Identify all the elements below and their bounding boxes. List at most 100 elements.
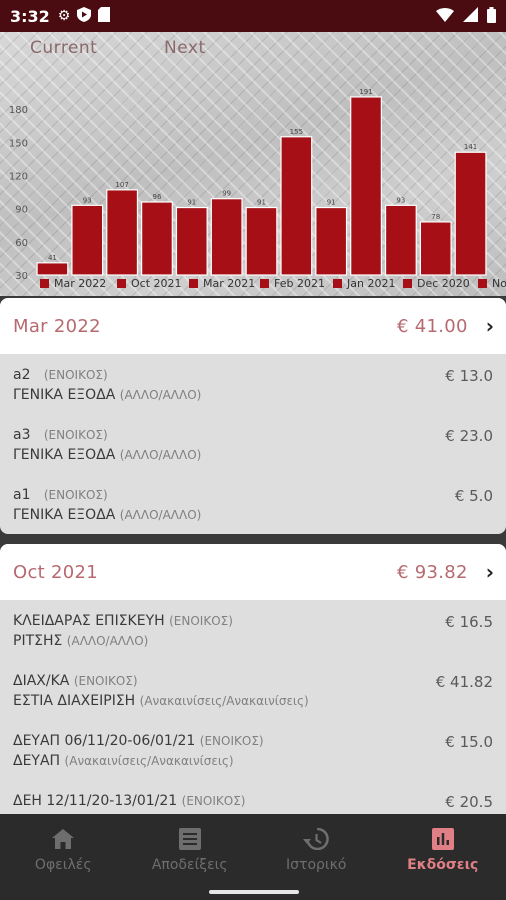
nav-label: Οφειλές <box>34 857 92 873</box>
legend-label: Feb 2021 <box>274 277 325 290</box>
expense-tag: (ΕΝΟΙΚΟΣ) <box>199 734 264 748</box>
y-tick-label: 90 <box>15 205 28 216</box>
y-tick-label: 180 <box>9 105 28 116</box>
expense-amount: € 5.0 <box>454 487 493 505</box>
expense-subcategory: (ΑΛΛΟ/ΑΛΛΟ) <box>66 634 149 648</box>
bar-value-label: 93 <box>83 196 92 204</box>
bar-value-label: 96 <box>153 193 162 201</box>
bar-value-label: 93 <box>396 196 405 204</box>
chart-bar <box>280 136 313 276</box>
nav-item-publications[interactable]: Εκδόσεις <box>380 814 506 900</box>
card-header[interactable]: Oct 2021 € 93.82 › <box>0 544 506 600</box>
chevron-right-icon[interactable]: › <box>486 562 494 582</box>
y-tick-label: 30 <box>15 271 28 282</box>
wifi-icon <box>436 7 454 25</box>
expense-tag: (ΕΝΟΙΚΟΣ) <box>169 614 233 628</box>
legend-label: No <box>492 277 506 290</box>
legend-swatch <box>478 279 487 288</box>
chart-bar <box>245 206 278 276</box>
expense-name: a2 <box>13 367 31 383</box>
expense-tag: (ΕΝΟΙΚΟΣ) <box>73 674 138 688</box>
expense-item[interactable]: ΔΕΗ 12/11/20-13/01/21 (ΕΝΟΙΚΟΣ) € 20.5 <box>0 780 506 814</box>
bar-value-label: 91 <box>257 199 266 207</box>
expense-item[interactable]: a1 (ΕΝΟΙΚΟΣ) ΓΕΝΙΚΑ ΕΞΟΔΑ (ΑΛΛΟ/ΑΛΛΟ) € … <box>0 474 506 534</box>
chart-area: Current Next 30 60 90 120 150 180 41 93 107 96 91 9… <box>0 32 506 296</box>
card-title: Mar 2022 <box>13 315 101 337</box>
chart-bar <box>454 151 487 276</box>
chart-bar <box>384 204 417 276</box>
expense-subcategory: (ΑΛΛΟ/ΑΛΛΟ) <box>119 508 202 522</box>
month-card: Oct 2021 € 93.82 › ΚΛΕΙΔΑΡΑΣ ΕΠΙΣΚΕΥΗ (Ε… <box>0 544 506 814</box>
card-title: Oct 2021 <box>13 561 99 583</box>
gesture-bar[interactable] <box>209 890 299 894</box>
legend-label: Oct 2021 <box>131 277 182 290</box>
battery-icon <box>487 6 496 26</box>
legend-label: Mar 2022 <box>54 277 106 290</box>
bar-value-label: 78 <box>431 213 440 221</box>
expense-name: ΔΕΥΑΠ 06/11/20-06/01/21 <box>13 733 196 749</box>
chart-bar <box>71 204 104 276</box>
legend-swatch <box>260 279 269 288</box>
settings-icon: ⚙ <box>57 8 71 24</box>
expense-category: ΓΕΝΙΚΑ ΕΞΟΔΑ <box>13 507 116 523</box>
bar-value-label: 141 <box>464 143 477 151</box>
expense-item[interactable]: ΚΛΕΙΔΑΡΑΣ ΕΠΙΣΚΕΥΗ (ΕΝΟΙΚΟΣ) ΡΙΤΣΗΣ (ΑΛΛ… <box>0 600 506 660</box>
chart-bar <box>36 262 69 276</box>
signal-icon <box>463 7 478 25</box>
expense-amount: € 23.0 <box>445 427 493 445</box>
chart-bar <box>210 198 243 276</box>
nav-item-history[interactable]: Ιστορικό <box>253 814 380 900</box>
publications-list[interactable]: Mar 2022 € 41.00 › a2 (ΕΝΟΙΚΟΣ) ΓΕΝΙΚΑ Ε… <box>0 296 506 814</box>
expense-subcategory: (ΑΛΛΟ/ΑΛΛΟ) <box>119 388 202 402</box>
bar-chart-icon <box>430 826 456 852</box>
expense-amount: € 15.0 <box>445 733 493 751</box>
expense-subcategory: (Ανακαινίσεις/Ανακαινίσεις) <box>139 694 309 708</box>
receipt-icon <box>177 826 203 852</box>
nav-label: Αποδείξεις <box>151 857 228 873</box>
bottom-navigation: Οφειλές Αποδείξεις Ιστορικό Εκδόσεις <box>0 814 506 900</box>
y-tick-label: 150 <box>9 138 28 149</box>
expense-item[interactable]: ΔΙΑΧ/ΚΑ (ΕΝΟΙΚΟΣ) ΕΣΤΙΑ ΔΙΑΧΕΙΡΙΣΗ (Ανακ… <box>0 660 506 720</box>
legend-swatch <box>333 279 342 288</box>
expense-category: ΡΙΤΣΗΣ <box>13 633 63 649</box>
legend-label: Dec 2020 <box>417 277 470 290</box>
expense-item[interactable]: a3 (ΕΝΟΙΚΟΣ) ΓΕΝΙΚΑ ΕΞΟΔΑ (ΑΛΛΟ/ΑΛΛΟ) € … <box>0 414 506 474</box>
nav-label: Εκδόσεις <box>407 857 479 873</box>
sd-card-icon <box>98 7 111 25</box>
chart-bar <box>419 221 452 276</box>
expense-category: ΕΣΤΙΑ ΔΙΑΧΕΙΡΙΣΗ <box>13 693 136 709</box>
expense-name: ΔΙΑΧ/ΚΑ <box>13 673 70 689</box>
card-header[interactable]: Mar 2022 € 41.00 › <box>0 298 506 354</box>
expense-amount: € 41.82 <box>435 673 493 691</box>
legend-label: Jan 2021 <box>346 277 395 290</box>
expense-subcategory: (ΑΛΛΟ/ΑΛΛΟ) <box>119 448 202 462</box>
status-bar: 3:32 ⚙ <box>0 0 506 32</box>
expense-name: ΔΕΗ 12/11/20-13/01/21 <box>13 793 178 809</box>
chart-bar <box>175 206 208 276</box>
expense-item[interactable]: a2 (ΕΝΟΙΚΟΣ) ΓΕΝΙΚΑ ΕΞΟΔΑ (ΑΛΛΟ/ΑΛΛΟ) € … <box>0 354 506 414</box>
chevron-right-icon[interactable]: › <box>486 316 494 336</box>
legend-swatch <box>403 279 412 288</box>
chart-bar <box>106 189 139 276</box>
expense-name: a3 <box>13 427 31 443</box>
expense-name: a1 <box>13 487 31 503</box>
shield-play-icon <box>77 7 92 25</box>
chart-bar <box>141 201 173 276</box>
expense-category: ΔΕΥΑΠ <box>13 753 61 769</box>
expense-amount: € 16.5 <box>445 613 493 631</box>
status-right <box>436 6 496 26</box>
expense-category: ΓΕΝΙΚΑ ΕΞΟΔΑ <box>13 447 116 463</box>
expense-tag: (ΕΝΟΙΚΟΣ) <box>43 428 108 442</box>
legend-swatch <box>40 279 49 288</box>
card-total: € 93.82 <box>396 561 468 583</box>
legend-label: Mar 2021 <box>203 277 255 290</box>
status-time: 3:32 <box>10 6 50 26</box>
history-icon <box>303 826 330 852</box>
expense-item[interactable]: ΔΕΥΑΠ 06/11/20-06/01/21 (ΕΝΟΙΚΟΣ) ΔΕΥΑΠ … <box>0 720 506 780</box>
expense-subcategory: (Ανακαινίσεις/Ανακαινίσεις) <box>64 754 234 768</box>
nav-item-receipts[interactable]: Αποδείξεις <box>127 814 254 900</box>
nav-item-debts[interactable]: Οφειλές <box>0 814 127 900</box>
bar-value-label: 107 <box>115 181 128 189</box>
bar-value-label: 191 <box>359 88 372 96</box>
bar-value-label: 155 <box>290 128 303 136</box>
